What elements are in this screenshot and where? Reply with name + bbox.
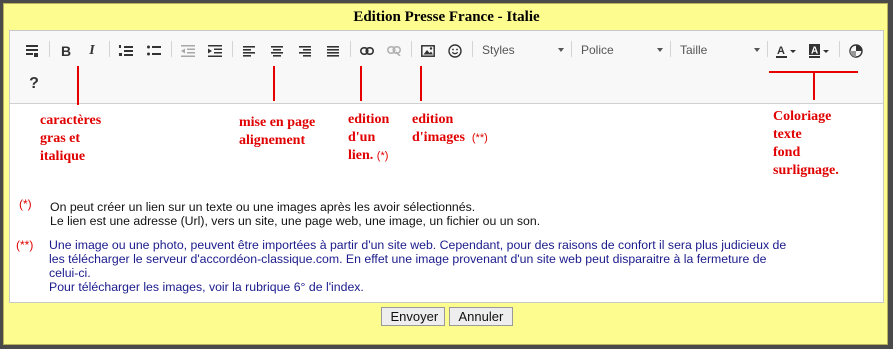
note-line: les télécharger le serveur d'accordéon-c…: [49, 252, 767, 266]
annotation-line: mise en page: [239, 115, 316, 130]
dialog-title: Edition Presse France - Italie: [353, 9, 540, 25]
note-images-text: Une image ou une photo, peuvent être imp…: [49, 238, 786, 294]
toolbar-separator: [109, 41, 110, 57]
toolbar-separator: [839, 41, 840, 57]
toolbar-separator: [232, 41, 233, 57]
chevron-down-icon: [558, 48, 564, 52]
annotation-line: gras et: [40, 131, 81, 146]
help-icon[interactable]: ?: [22, 72, 46, 96]
annotation-line: edition: [348, 112, 390, 127]
annotation-pointer-color: [813, 72, 815, 100]
align-center-icon[interactable]: [265, 39, 289, 63]
background-color-icon[interactable]: A: [805, 39, 835, 63]
annotation-line: Coloriage: [773, 109, 832, 124]
annotation-color: Coloriage texte fond surlignage.: [773, 108, 839, 180]
toolbar-separator: [411, 41, 412, 57]
annotation-line: surlignage.: [773, 163, 839, 178]
toolbar-separator: [49, 41, 50, 57]
dialog-buttons: Envoyer Annuler: [4, 307, 889, 326]
align-left-icon[interactable]: [237, 39, 261, 63]
annotation-pointer-bold: [77, 66, 79, 105]
toolbar-separator: [670, 41, 671, 57]
annotation-bold-italic: caractères gras et italique: [40, 112, 101, 166]
link-icon[interactable]: [355, 39, 379, 63]
italic-icon[interactable]: I: [80, 39, 104, 63]
footnote-marker: (*): [19, 197, 32, 211]
justify-icon[interactable]: [321, 39, 345, 63]
svg-text:A: A: [777, 45, 785, 57]
annotation-line: edition: [412, 112, 454, 127]
note-link-text: On peut créer un lien sur un texte ou un…: [50, 200, 540, 228]
note-line: celui-ci.: [49, 266, 91, 280]
police-dropdown-label: Police: [581, 43, 614, 57]
indent-icon[interactable]: [203, 39, 227, 63]
image-icon[interactable]: [416, 39, 440, 63]
annotation-line: fond: [773, 145, 801, 160]
chevron-down-icon: [754, 48, 760, 52]
toolbar-separator: [171, 41, 172, 57]
unlink-icon[interactable]: [382, 39, 406, 63]
bullet-list-icon[interactable]: [142, 39, 166, 63]
toolbar-separator: [350, 41, 351, 57]
annotation-pointer-link: [360, 66, 362, 101]
annotation-pointer-alignment: [273, 66, 275, 101]
note-line: Une image ou une photo, peuvent être imp…: [49, 238, 787, 252]
note-line: Le lien est une adresse (Url), vers un s…: [50, 214, 541, 228]
annotation-line: d'images: [412, 130, 465, 145]
annotation-line: caractères: [40, 113, 102, 128]
annotation-line: alignement: [239, 133, 306, 148]
taille-dropdown[interactable]: Taille: [674, 39, 764, 61]
chevron-down-icon: [657, 48, 663, 52]
smiley-icon[interactable]: [443, 39, 467, 63]
numbered-list-icon[interactable]: [114, 39, 138, 63]
toolbar-separator: [767, 41, 768, 57]
svg-text:A: A: [811, 46, 818, 57]
annotation-images: edition d'images (**): [412, 111, 488, 147]
editor-dialog: Edition Presse France - Italie B I Style…: [3, 3, 888, 345]
note-line: On peut créer un lien sur un texte ou un…: [50, 200, 476, 214]
text-color-icon[interactable]: A: [772, 39, 802, 63]
outdent-icon[interactable]: [176, 39, 200, 63]
toolbar-separator: [571, 41, 572, 57]
editor-toolbar: B I Styles Police Taille A A ?: [10, 31, 883, 104]
styles-dropdown[interactable]: Styles: [476, 39, 568, 61]
annotation-alignment: mise en page alignement: [239, 114, 315, 150]
color-palette-icon[interactable]: [844, 39, 868, 63]
styles-dropdown-label: Styles: [482, 43, 515, 57]
footnote-marker: (**): [471, 132, 488, 144]
send-button[interactable]: Envoyer: [380, 307, 445, 326]
bold-icon[interactable]: B: [54, 39, 78, 63]
annotation-line: italique: [40, 149, 86, 164]
toolbar-separator: [472, 41, 473, 57]
source-icon[interactable]: [20, 39, 44, 63]
cancel-button[interactable]: Annuler: [448, 307, 513, 326]
annotation-line: d'un: [348, 130, 376, 145]
police-dropdown[interactable]: Police: [575, 39, 667, 61]
annotation-pointer-images: [420, 66, 422, 101]
footnote-marker: (**): [16, 238, 34, 252]
note-line: Pour télécharger les images, voir la rub…: [49, 280, 364, 294]
taille-dropdown-label: Taille: [680, 43, 708, 57]
footnote-marker: (*): [376, 150, 389, 162]
align-right-icon[interactable]: [293, 39, 317, 63]
annotation-line: texte: [773, 127, 802, 142]
annotation-line: lien.: [348, 148, 374, 163]
annotation-link: edition d'un lien. (*): [348, 111, 389, 165]
